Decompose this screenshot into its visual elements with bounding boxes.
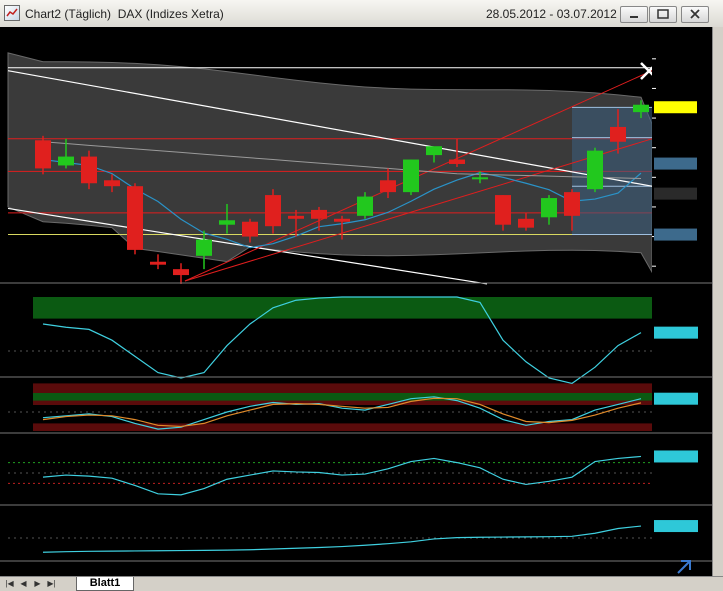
candle-down xyxy=(127,186,143,250)
sheet-tab-blatt1[interactable]: Blatt1 xyxy=(76,577,134,591)
candle-down xyxy=(173,269,189,276)
candle-up xyxy=(357,196,373,216)
price-tag xyxy=(654,157,697,170)
candle-up xyxy=(587,150,603,190)
candle-down xyxy=(610,126,626,142)
candle-up xyxy=(58,156,74,166)
candle-up xyxy=(472,177,488,180)
candle-down xyxy=(150,261,166,265)
next-sheet-button[interactable]: ▶ xyxy=(32,578,43,589)
vertical-scrollbar[interactable] xyxy=(712,27,723,576)
indicator-value-tag xyxy=(654,520,698,533)
candle-down xyxy=(518,218,534,228)
candle-down xyxy=(380,180,396,193)
minimize-button[interactable] xyxy=(620,6,648,23)
price-header-bar xyxy=(0,27,652,43)
candle-down xyxy=(288,215,304,219)
minimize-icon xyxy=(630,16,638,18)
candle-up xyxy=(219,220,235,225)
candle-up xyxy=(403,159,419,193)
price-tag xyxy=(654,228,697,241)
maximize-button[interactable] xyxy=(649,6,677,23)
draw-tool-icon xyxy=(677,560,691,574)
candle-down xyxy=(104,180,120,187)
last-sheet-button[interactable]: ▶| xyxy=(46,578,57,589)
candle-down xyxy=(564,192,580,216)
candle-down xyxy=(35,140,51,169)
chart-area[interactable] xyxy=(0,27,723,576)
candle-up xyxy=(196,239,212,256)
candle-up xyxy=(541,198,557,218)
candle-down xyxy=(495,195,511,225)
candle-down xyxy=(449,159,465,164)
indicator-value-tag xyxy=(654,392,698,405)
candle-down xyxy=(265,195,281,227)
fib-retracement-box xyxy=(572,107,652,235)
overbought-zone xyxy=(33,393,652,401)
candle-up xyxy=(633,104,649,113)
sheet-tab-bar: |◀ ◀ ▶ ▶| Blatt1 xyxy=(0,576,723,591)
first-sheet-button[interactable]: |◀ xyxy=(4,578,15,589)
candle-down xyxy=(242,221,258,237)
indicator-value-tag xyxy=(654,450,698,463)
close-icon xyxy=(690,9,700,19)
window-title: Chart2 (Täglich) DAX (Indizes Xetra) xyxy=(25,7,224,21)
bollinger-band xyxy=(7,52,653,275)
date-range: 28.05.2012 - 03.07.2012 xyxy=(486,7,617,21)
chart-canvas xyxy=(0,27,713,574)
prev-sheet-button[interactable]: ◀ xyxy=(18,578,29,589)
candle-down xyxy=(334,218,350,222)
indicator-line xyxy=(42,525,642,553)
indicator-line xyxy=(42,455,642,496)
oversold-zone xyxy=(33,423,652,431)
price-tag xyxy=(654,187,697,200)
chart-app-icon xyxy=(4,5,20,21)
window-titlebar: Chart2 (Täglich) DAX (Indizes Xetra) 28.… xyxy=(0,0,723,28)
candle-down xyxy=(81,156,97,184)
indicator-value-tag xyxy=(654,326,698,339)
candle-up xyxy=(426,146,442,156)
price-tag xyxy=(654,101,697,114)
candle-down xyxy=(311,209,327,219)
maximize-icon xyxy=(657,9,669,19)
close-button[interactable] xyxy=(681,6,709,23)
overbought-zone xyxy=(33,297,652,319)
